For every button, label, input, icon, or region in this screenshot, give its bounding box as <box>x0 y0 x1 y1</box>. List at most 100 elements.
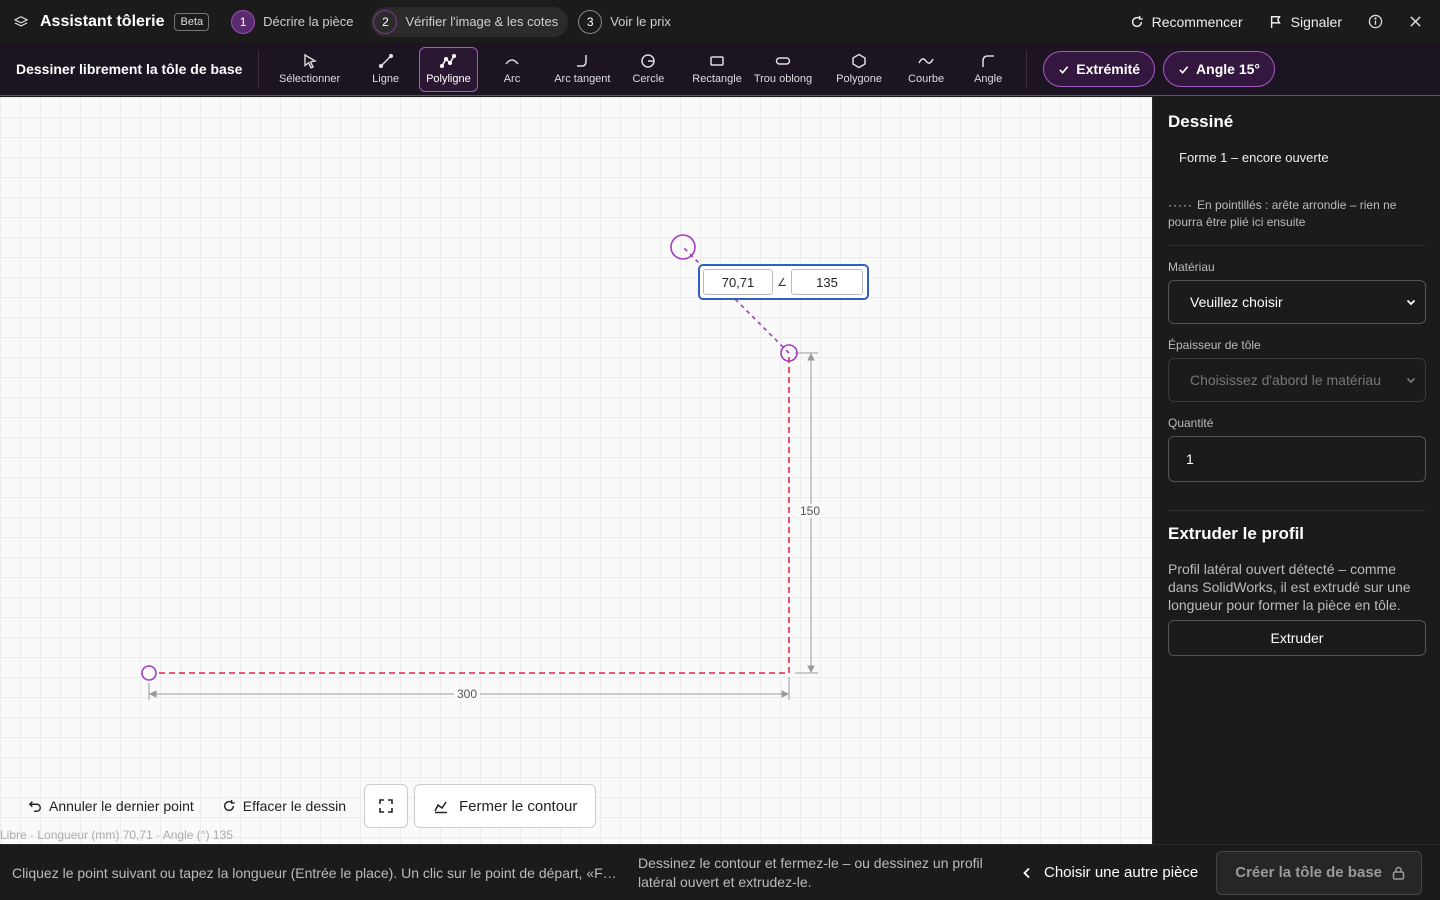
shape-list-item[interactable]: Forme 1 – encore ouverte <box>1179 150 1426 165</box>
panel-divider <box>1168 510 1426 511</box>
app-title: Assistant tôlerie <box>40 12 165 30</box>
clear-drawing-button[interactable]: Effacer le dessin <box>222 798 346 814</box>
tool-circle[interactable]: Cercle <box>626 47 670 92</box>
tool-rectangle[interactable]: Rectangle <box>686 47 748 92</box>
step-label: Décrire la pièce <box>263 14 354 29</box>
check-icon <box>1179 65 1189 74</box>
rectangle-icon <box>710 56 724 66</box>
undo-last-point-button[interactable]: Annuler le dernier point <box>28 798 194 814</box>
toolbar-title: Dessiner librement la tôle de base <box>16 61 243 77</box>
thickness-value: Choisissez d'abord le matériau <box>1190 372 1381 388</box>
tool-select[interactable]: Sélectionner <box>273 47 346 92</box>
sketch <box>141 234 818 700</box>
back-label: Choisir une autre pièce <box>1044 864 1199 881</box>
close-contour-label: Fermer le contour <box>459 797 578 815</box>
dotted-edge-hint: ····· En pointillés : arête arrondie – ri… <box>1168 197 1426 246</box>
tool-slot[interactable]: Trou oblong <box>748 47 818 92</box>
undo-icon <box>28 801 41 812</box>
top-bar: Assistant tôlerie Beta 1 Décrire la pièc… <box>0 0 1440 43</box>
horizontal-dimension-label: 300 <box>454 687 481 701</box>
snap-endpoint-label: Extrémité <box>1076 61 1141 77</box>
tool-label: Angle <box>974 73 1003 85</box>
length-input[interactable] <box>703 269 773 295</box>
curve-icon <box>918 58 934 64</box>
contour-icon <box>434 801 448 814</box>
circle-icon <box>641 54 656 68</box>
drawing-canvas[interactable]: 300 150 ∠ Annuler le dernier point Effac… <box>0 97 1152 844</box>
cursor-icon <box>303 53 317 69</box>
info-button[interactable] <box>1368 14 1383 29</box>
thickness-label: Épaisseur de tôle <box>1168 338 1261 352</box>
chevron-down-icon <box>1406 377 1416 384</box>
step-number: 2 <box>373 9 398 34</box>
tool-arc[interactable]: Arc <box>498 47 527 92</box>
instruction-info: Dessinez le contour et fermez-le – ou de… <box>638 854 983 890</box>
tool-label: Trou oblong <box>753 73 813 85</box>
check-icon <box>1059 65 1069 74</box>
snap-angle-toggle[interactable]: Angle 15° <box>1163 51 1275 87</box>
vertical-dimension-label: 150 <box>797 504 824 518</box>
brand: Assistant tôlerie Beta <box>14 12 210 31</box>
restart-label: Recommencer <box>1151 13 1243 30</box>
tool-tangent-arc[interactable]: Arc tangent <box>548 47 616 92</box>
preview-segment <box>682 246 790 354</box>
tool-line[interactable]: Ligne <box>366 47 405 92</box>
create-base-sheet-button[interactable]: Créer la tôle de base <box>1216 850 1422 895</box>
start-point[interactable] <box>141 665 157 681</box>
layers-icon <box>14 15 28 27</box>
extrude-description: Profil latéral ouvert détecté – comme da… <box>1168 561 1411 613</box>
snap-angle-label: Angle 15° <box>1196 61 1260 77</box>
tool-label: Cercle <box>632 73 665 85</box>
fullscreen-icon <box>379 799 393 813</box>
close-icon <box>1410 16 1421 27</box>
polyline-icon <box>440 53 457 69</box>
bottom-bar: Cliquez le point suivant ou tapez la lon… <box>0 844 1440 900</box>
instruction-hint: Cliquez le point suivant ou tapez la lon… <box>12 864 624 881</box>
step-2[interactable]: 2 Vérifier l'image & les cotes <box>371 6 569 37</box>
length-angle-entry: ∠ <box>698 264 869 300</box>
material-value: Veuillez choisir <box>1190 294 1283 310</box>
tool-polygon[interactable]: Polygone <box>830 47 888 92</box>
canvas-actions: Annuler le dernier point Effacer le dess… <box>18 784 597 828</box>
line-icon <box>378 53 393 69</box>
polygon-icon <box>852 53 866 69</box>
material-select[interactable]: Veuillez choisir <box>1168 280 1426 324</box>
tool-angle[interactable]: Angle <box>968 47 1008 92</box>
toolbar-divider <box>1026 50 1028 88</box>
chevron-down-icon <box>1406 299 1416 306</box>
slot-icon <box>775 57 791 65</box>
top-actions: Recommencer Signaler <box>1104 14 1422 30</box>
close-contour-button[interactable]: Fermer le contour <box>414 784 597 828</box>
step-3[interactable]: 3 Voir le prix <box>576 7 681 37</box>
step-1[interactable]: 1 Décrire la pièce <box>229 7 363 37</box>
arc-icon <box>505 59 519 65</box>
extrude-button[interactable]: Extruder <box>1168 620 1426 656</box>
quantity-input[interactable]: 1 <box>1168 436 1426 482</box>
step-label: Vérifier l'image & les cotes <box>405 14 559 29</box>
tool-curve[interactable]: Courbe <box>902 47 950 92</box>
tool-label: Arc tangent <box>554 73 611 85</box>
flag-icon <box>1270 15 1281 28</box>
drawn-title: Dessiné <box>1168 112 1234 131</box>
restart-button[interactable]: Recommencer <box>1130 14 1243 30</box>
step-label: Voir le prix <box>610 14 671 29</box>
tool-label: Rectangle <box>692 73 742 85</box>
quantity-label: Quantité <box>1168 416 1214 430</box>
side-panel: Dessiné Forme 1 – encore ouverte ····· En… <box>1152 97 1440 844</box>
lock-icon <box>1392 866 1405 880</box>
choose-other-part-button[interactable]: Choisir une autre pièce <box>1022 864 1198 881</box>
refresh-icon <box>1131 15 1143 27</box>
tangent-arc-icon <box>577 55 588 67</box>
close-button[interactable] <box>1409 15 1422 28</box>
fit-view-button[interactable] <box>364 784 409 828</box>
tool-label: Polyligne <box>426 73 471 85</box>
angle-icon <box>982 55 995 67</box>
snap-endpoint-toggle[interactable]: Extrémité <box>1043 51 1156 87</box>
report-button[interactable]: Signaler <box>1269 14 1342 30</box>
angle-input[interactable] <box>791 269 863 295</box>
thickness-select[interactable]: Choisissez d'abord le matériau <box>1168 358 1426 402</box>
info-icon <box>1368 14 1383 29</box>
material-label: Matériau <box>1168 260 1215 274</box>
dotted-line-icon: ····· <box>1168 198 1193 212</box>
tool-polyline[interactable]: Polyligne <box>419 46 478 92</box>
